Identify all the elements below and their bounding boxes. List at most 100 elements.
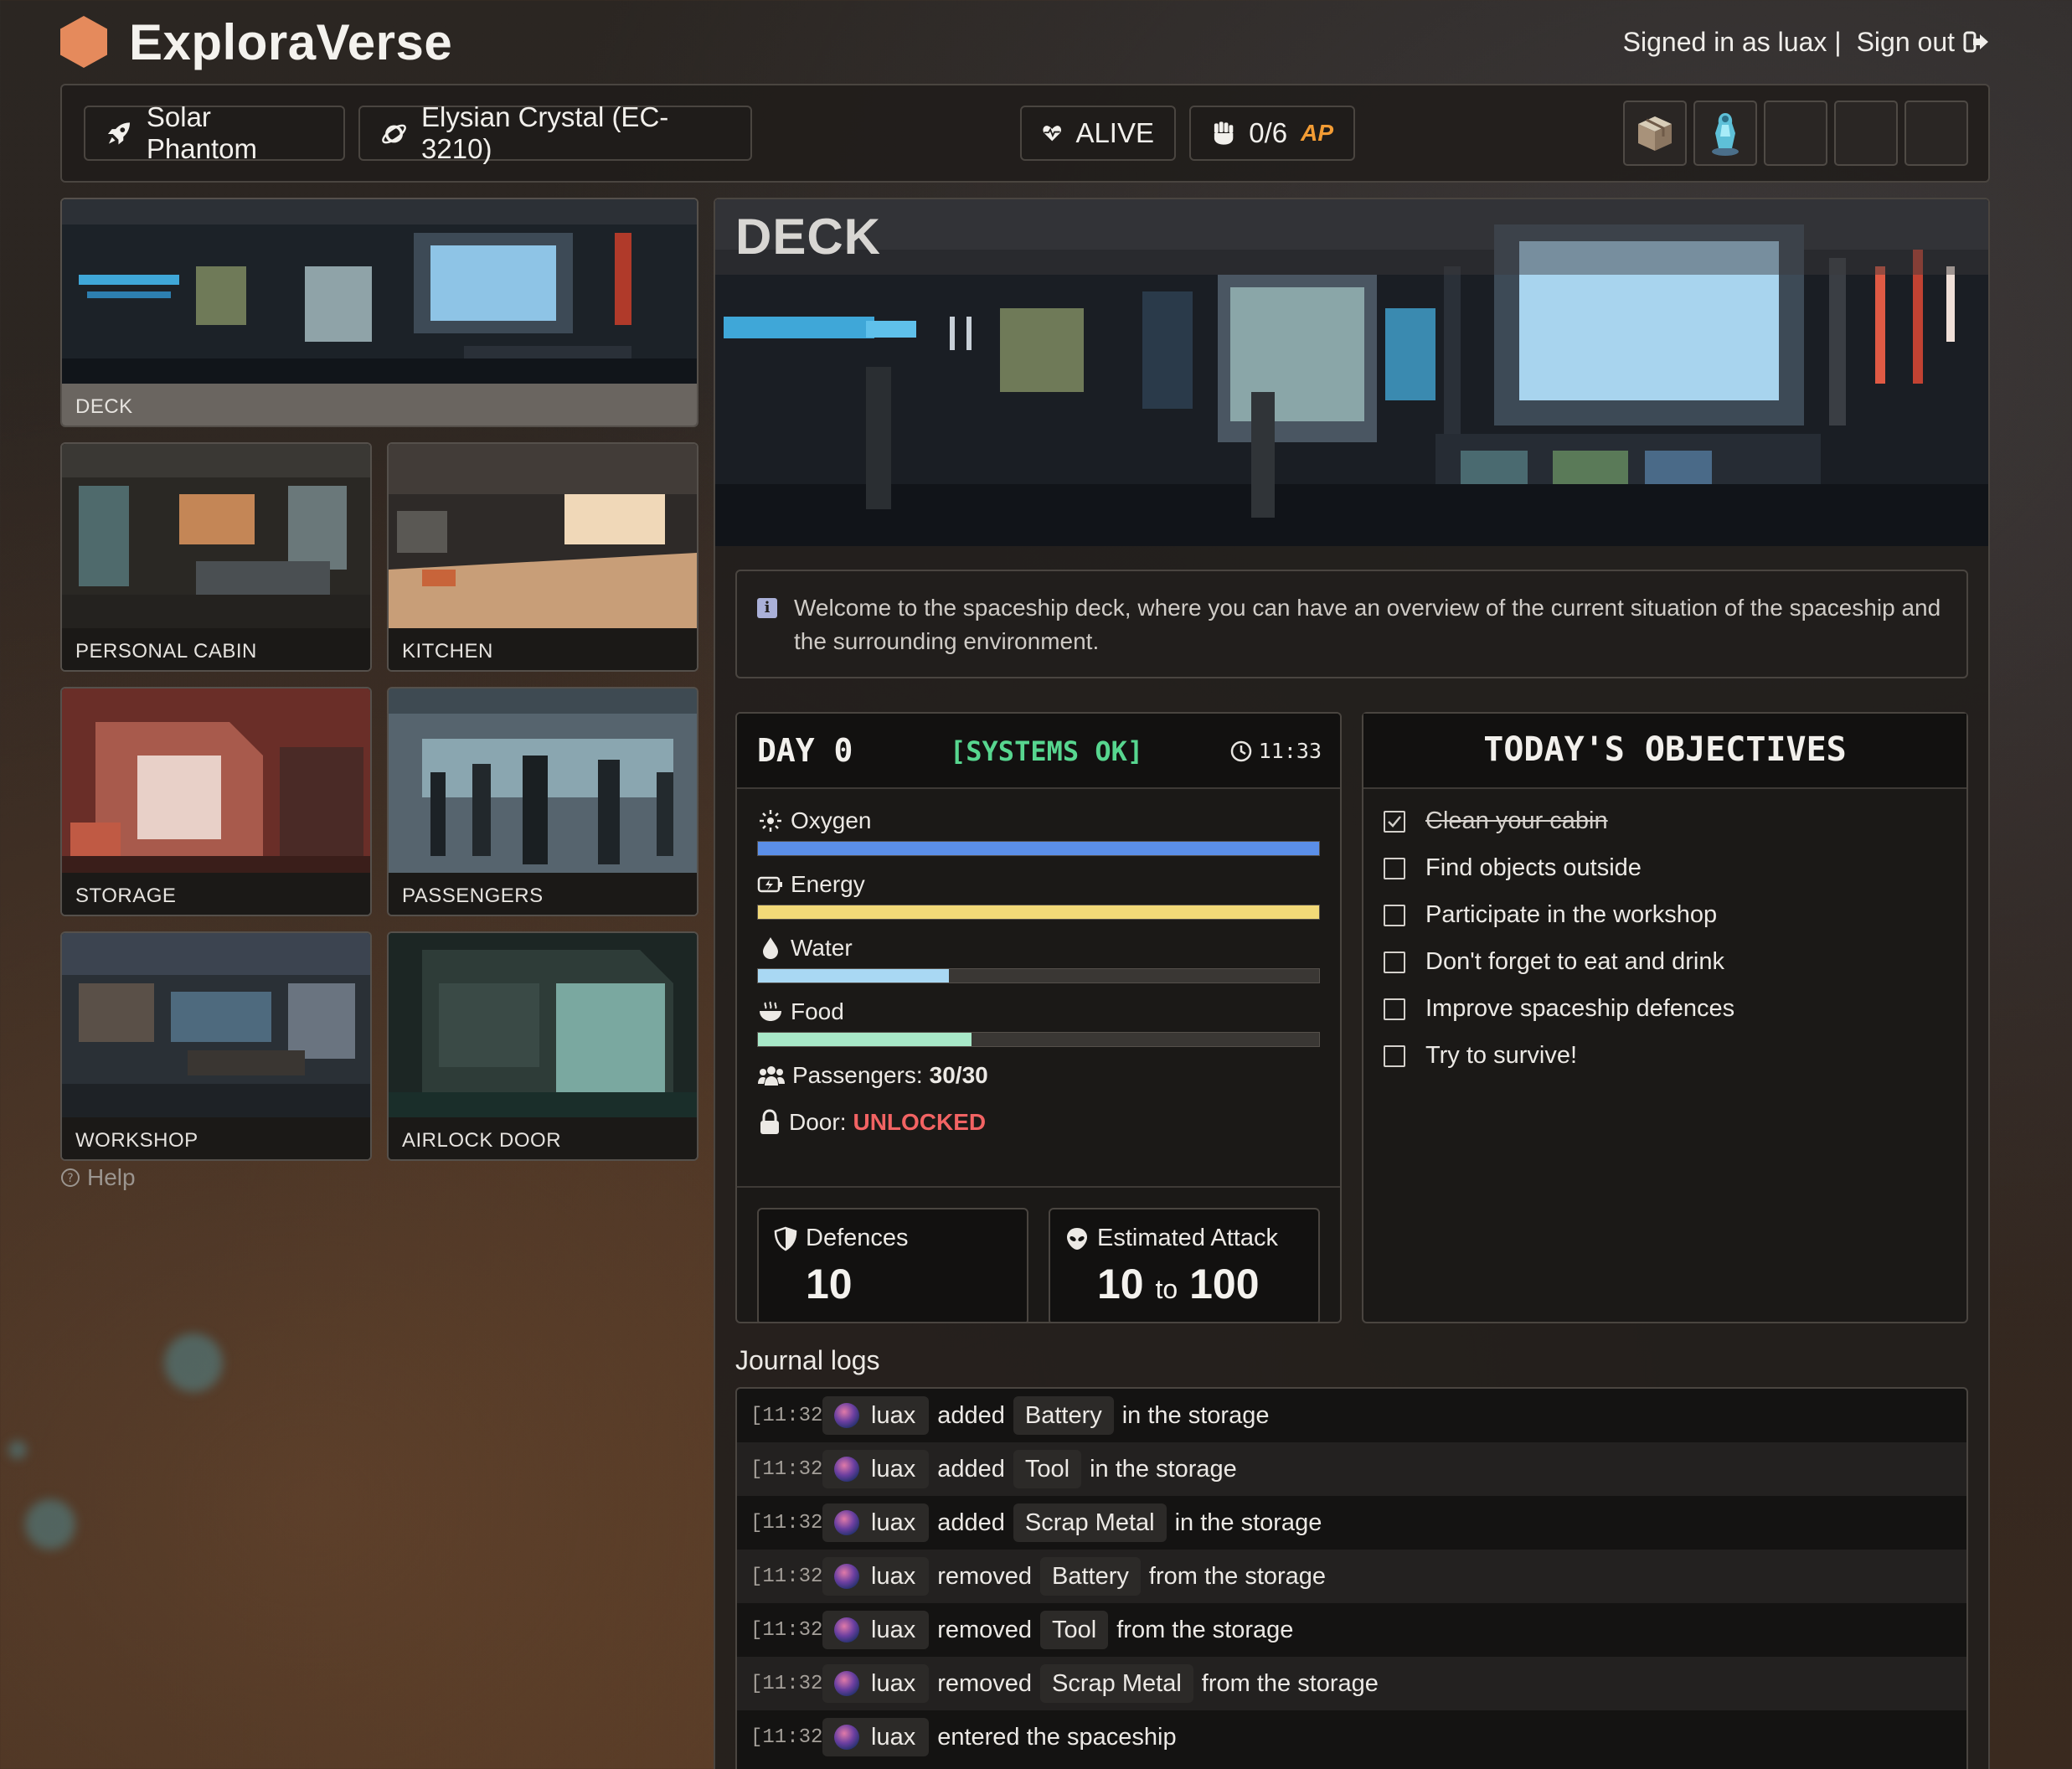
airlock-door-thumbnail <box>389 933 697 1121</box>
room-description-text: Welcome to the spaceship deck, where you… <box>794 595 1941 654</box>
workshop-thumbnail <box>62 933 370 1121</box>
log-item: Battery <box>1013 1396 1114 1435</box>
checkbox-icon[interactable] <box>1384 904 1405 926</box>
estimated-attack-card: Estimated Attack 10 to 100 <box>1049 1208 1320 1322</box>
log-action: removed <box>937 1562 1033 1590</box>
attack-to: to <box>1155 1274 1178 1304</box>
room-kitchen[interactable]: KITCHEN <box>387 442 698 672</box>
room-label: AIRLOCK DOOR <box>389 1117 697 1159</box>
log-item: Scrap Metal <box>1040 1664 1193 1703</box>
log-user[interactable]: luax <box>822 1557 930 1596</box>
door-value: UNLOCKED <box>853 1109 987 1135</box>
room-deck[interactable]: DECK <box>60 198 698 427</box>
log-time: [11:32] <box>750 1457 835 1481</box>
room-workshop[interactable]: WORKSHOP <box>60 931 372 1161</box>
journal-entry: [11:32] luax added Tool in the storage <box>737 1442 1966 1496</box>
user-avatar <box>834 1725 859 1750</box>
log-suffix: in the storage <box>1121 1401 1270 1429</box>
log-action: removed <box>937 1669 1033 1697</box>
log-username: luax <box>871 1723 916 1751</box>
player-status: ALIVE <box>1075 117 1154 148</box>
log-time: [11:32] <box>750 1725 835 1749</box>
hexagon-logo-icon <box>60 16 107 68</box>
room-label: DECK <box>62 384 697 425</box>
room-airlock-door[interactable]: AIRLOCK DOOR <box>387 931 698 1161</box>
room-personal-cabin[interactable]: PERSONAL CABIN <box>60 442 372 672</box>
log-user[interactable]: luax <box>822 1664 930 1703</box>
objective-item[interactable]: Don't forget to eat and drink <box>1384 948 1724 976</box>
objectives-panel: TODAY'S OBJECTIVES Clean your cabin Find … <box>1362 712 1968 1323</box>
systems-status: [SYSTEMS OK] <box>950 735 1144 767</box>
log-username: luax <box>871 1455 916 1483</box>
ship-status-panel: DAY 0 [SYSTEMS OK] 11:33 Oxygen Energy W… <box>735 712 1342 1323</box>
checkbox-icon[interactable] <box>1384 1044 1405 1067</box>
inventory-slot-3[interactable] <box>1764 101 1827 166</box>
day-counter: DAY 0 <box>757 732 853 769</box>
svg-text:?: ? <box>67 1172 73 1185</box>
room-description: i Welcome to the spaceship deck, where y… <box>735 570 1968 678</box>
room-label: PERSONAL CABIN <box>62 628 370 670</box>
hero-title-band <box>715 199 1988 275</box>
journal-entry: [11:32] luax added Battery in the storage <box>737 1389 1966 1442</box>
heart-pulse-icon <box>1043 126 1062 142</box>
personal-cabin-thumbnail <box>62 444 370 632</box>
shield-icon <box>774 1226 797 1251</box>
journal-entry: [11:32] luax removed Scrap Metal from the st… <box>737 1657 1966 1710</box>
ship-name: Solar Phantom <box>146 101 257 164</box>
user-avatar <box>834 1671 859 1696</box>
room-title: DECK <box>735 209 882 265</box>
log-suffix: in the storage <box>1090 1455 1237 1483</box>
objective-text: Improve spaceship defences <box>1425 995 1735 1022</box>
inventory-slot-2[interactable] <box>1693 101 1757 166</box>
checkbox-checked-icon[interactable] <box>1384 810 1405 833</box>
objective-item[interactable]: Find objects outside <box>1384 854 1642 882</box>
objective-text: Don't forget to eat and drink <box>1425 948 1724 975</box>
checkbox-icon[interactable] <box>1384 998 1405 1020</box>
objective-text: Try to survive! <box>1425 1042 1578 1069</box>
log-user[interactable]: luax <box>822 1450 930 1488</box>
log-item: Battery <box>1040 1557 1141 1596</box>
inventory-slot-1[interactable] <box>1623 101 1687 166</box>
log-user[interactable]: luax <box>822 1503 930 1542</box>
inventory-slot-5[interactable] <box>1904 101 1968 166</box>
inventory-slot-4[interactable] <box>1834 101 1898 166</box>
log-username: luax <box>871 1616 916 1643</box>
checkbox-icon[interactable] <box>1384 951 1405 973</box>
objective-item[interactable]: Try to survive! <box>1384 1042 1577 1070</box>
log-suffix: from the storage <box>1201 1669 1379 1697</box>
estimated-attack-label: Estimated Attack <box>1097 1225 1278 1251</box>
question-circle-icon: ? <box>61 1168 80 1187</box>
resource-oxygen: Oxygen <box>757 807 872 834</box>
defences-title: Defences <box>774 1225 909 1252</box>
help-label: Help <box>87 1164 136 1190</box>
log-user[interactable]: luax <box>822 1718 930 1756</box>
resource-water: Water <box>757 935 853 962</box>
crystal-figurine-icon <box>1712 113 1739 156</box>
sign-out-link[interactable]: Sign out <box>1857 27 1990 58</box>
status-divider <box>737 1186 1340 1188</box>
room-storage[interactable]: STORAGE <box>60 687 372 916</box>
ship-name-button[interactable]: Solar Phantom <box>84 101 345 164</box>
log-user[interactable]: luax <box>822 1396 930 1435</box>
app-title: ExploraVerse <box>129 13 453 70</box>
log-action: added <box>937 1455 1005 1483</box>
log-item: Tool <box>1013 1450 1082 1488</box>
estimated-attack-value: 10 to 100 <box>1097 1260 1260 1308</box>
objective-item[interactable]: Participate in the workshop <box>1384 901 1717 929</box>
room-passengers[interactable]: PASSENGERS <box>387 687 698 916</box>
checkbox-icon[interactable] <box>1384 857 1405 879</box>
brand[interactable]: ExploraVerse <box>60 13 452 71</box>
user-avatar <box>834 1510 859 1535</box>
objective-item[interactable]: Clean your cabin <box>1384 807 1608 835</box>
help-link[interactable]: ? Help <box>60 1164 136 1191</box>
planet-name-button[interactable]: Elysian Crystal (EC-3210) <box>358 101 752 164</box>
oxygen-icon <box>760 810 781 832</box>
objective-item[interactable]: Improve spaceship defences <box>1384 995 1734 1023</box>
signed-in-text: Signed in as luax | <box>1622 26 1842 57</box>
supply-crate-icon <box>1638 116 1672 151</box>
users-icon <box>758 1066 785 1086</box>
log-time: [11:32] <box>750 1565 835 1588</box>
log-user[interactable]: luax <box>822 1611 930 1649</box>
journal-title: Journal logs <box>735 1345 880 1375</box>
food-bowl-icon <box>760 1001 781 1021</box>
